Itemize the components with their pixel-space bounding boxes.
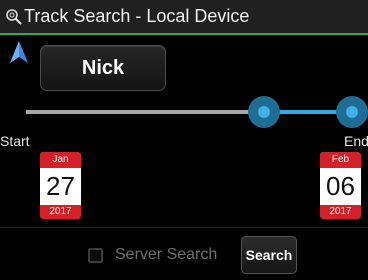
date-range-slider[interactable] [0, 95, 368, 129]
end-year: 2017 [320, 205, 361, 219]
end-month: Feb [320, 152, 361, 168]
start-year: 2017 [40, 205, 81, 219]
start-label: Start [0, 133, 30, 149]
end-label: End [344, 133, 368, 149]
start-date-calendar[interactable]: Jan 27 2017 [40, 152, 81, 219]
start-day: 27 [46, 171, 75, 201]
user-select-button[interactable]: Nick [40, 45, 166, 91]
navigation-arrow-icon[interactable] [9, 40, 29, 64]
search-button[interactable]: Search [241, 236, 297, 274]
title-bar: Track Search - Local Device [0, 0, 368, 35]
end-date-calendar[interactable]: Feb 06 2017 [320, 152, 361, 219]
slider-start-handle[interactable] [247, 96, 280, 128]
start-month: Jan [40, 152, 81, 168]
end-day: 06 [326, 171, 355, 201]
server-search-label: Server Search [115, 246, 218, 263]
server-search-checkbox[interactable] [88, 248, 103, 263]
search-icon [6, 9, 22, 25]
page-title: Track Search - Local Device [24, 6, 250, 26]
slider-end-handle[interactable] [336, 96, 368, 128]
